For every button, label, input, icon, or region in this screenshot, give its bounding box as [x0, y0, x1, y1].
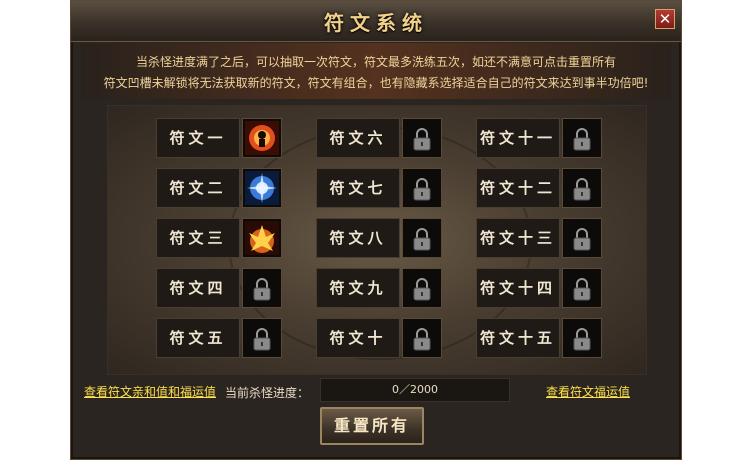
kill-progress-text: 0／2000: [392, 383, 438, 396]
rune-slot-11: 符文十一: [476, 118, 602, 160]
kill-progress-label: 当前杀怪进度：: [225, 386, 310, 400]
rune-slot-7: 符文七: [316, 168, 442, 210]
rune-slot-6: 符文六: [316, 118, 442, 160]
rune-label: 符文七: [316, 168, 400, 208]
lock-icon: [573, 128, 591, 151]
flame-burst-icon: [245, 221, 279, 255]
rune-slot-15: 符文十五: [476, 318, 602, 360]
rune-slot-1: 符文一: [156, 118, 282, 160]
notice-banner: 当杀怪进度满了之后，可以抽取一次符文，符文最多洗练五次，如还不满意可点击重置所有…: [81, 43, 671, 99]
rune-label: 符文十二: [476, 168, 560, 208]
lock-icon: [413, 178, 431, 201]
lock-icon: [253, 278, 271, 301]
rune-label: 符文二: [156, 168, 240, 208]
rune-slot-14: 符文十四: [476, 268, 602, 310]
affinity-fortune-link[interactable]: 查看符文亲和值和福运值: [84, 383, 216, 400]
title-bar: 符文系统 ✕: [71, 1, 681, 42]
rune-icon-slot[interactable]: [242, 118, 282, 158]
lock-icon: [413, 128, 431, 151]
rune-icon-slot[interactable]: [402, 118, 442, 158]
rune-slot-12: 符文十二: [476, 168, 602, 210]
lock-icon: [413, 328, 431, 351]
rune-icon-slot[interactable]: [402, 318, 442, 358]
lock-icon: [573, 278, 591, 301]
rune-label: 符文十五: [476, 318, 560, 358]
lock-icon: [573, 328, 591, 351]
rune-label: 符文十四: [476, 268, 560, 308]
rune-icon-slot[interactable]: [562, 318, 602, 358]
rune-label: 符文一: [156, 118, 240, 158]
close-button[interactable]: ✕: [655, 9, 675, 29]
rune-icon-slot[interactable]: [562, 268, 602, 308]
rune-slot-3: 符文三: [156, 218, 282, 260]
rune-slot-2: 符文二: [156, 168, 282, 210]
rune-icon-slot[interactable]: [242, 268, 282, 308]
rune-label: 符文九: [316, 268, 400, 308]
lock-icon: [573, 178, 591, 201]
rune-icon-slot[interactable]: [242, 218, 282, 258]
rune-slot-13: 符文十三: [476, 218, 602, 260]
rune-icon-slot[interactable]: [402, 268, 442, 308]
rune-slot-10: 符文十: [316, 318, 442, 360]
rune-slot-4: 符文四: [156, 268, 282, 310]
kill-progress-bar: 0／2000: [320, 378, 510, 402]
rune-slot-9: 符文九: [316, 268, 442, 310]
rune-label: 符文三: [156, 218, 240, 258]
rune-label: 符文八: [316, 218, 400, 258]
rune-icon-slot[interactable]: [562, 118, 602, 158]
fire-spirit-icon: [245, 121, 279, 155]
rune-grid-panel: 符文一 符文二 符文三 符文四 符文五 符文六 符文七 符文八 符文九 符文十 …: [107, 105, 647, 375]
rune-label: 符文四: [156, 268, 240, 308]
notice-line-2: 符文凹槽未解锁将无法获取新的符文，符文有组合，也有隐藏系选择适合自己的符文来达到…: [103, 76, 649, 90]
rune-icon-slot[interactable]: [242, 318, 282, 358]
rune-label: 符文十: [316, 318, 400, 358]
lock-icon: [573, 228, 591, 251]
lock-icon: [413, 228, 431, 251]
fortune-value-link[interactable]: 查看符文福运值: [546, 383, 630, 400]
rune-label: 符文五: [156, 318, 240, 358]
rune-label: 符文十三: [476, 218, 560, 258]
window-title: 符文系统: [324, 11, 428, 35]
notice-line-1: 当杀怪进度满了之后，可以抽取一次符文，符文最多洗练五次，如还不满意可点击重置所有: [135, 55, 616, 69]
rune-label: 符文六: [316, 118, 400, 158]
rune-slot-5: 符文五: [156, 318, 282, 360]
rune-icon-slot[interactable]: [242, 168, 282, 208]
rune-label: 符文十一: [476, 118, 560, 158]
ice-burst-icon: [245, 171, 279, 205]
rune-icon-slot[interactable]: [562, 168, 602, 208]
rune-icon-slot[interactable]: [562, 218, 602, 258]
rune-icon-slot[interactable]: [402, 218, 442, 258]
rune-slot-8: 符文八: [316, 218, 442, 260]
lock-icon: [253, 328, 271, 351]
rune-icon-slot[interactable]: [402, 168, 442, 208]
lock-icon: [413, 278, 431, 301]
reset-all-button[interactable]: 重置所有: [320, 407, 424, 445]
